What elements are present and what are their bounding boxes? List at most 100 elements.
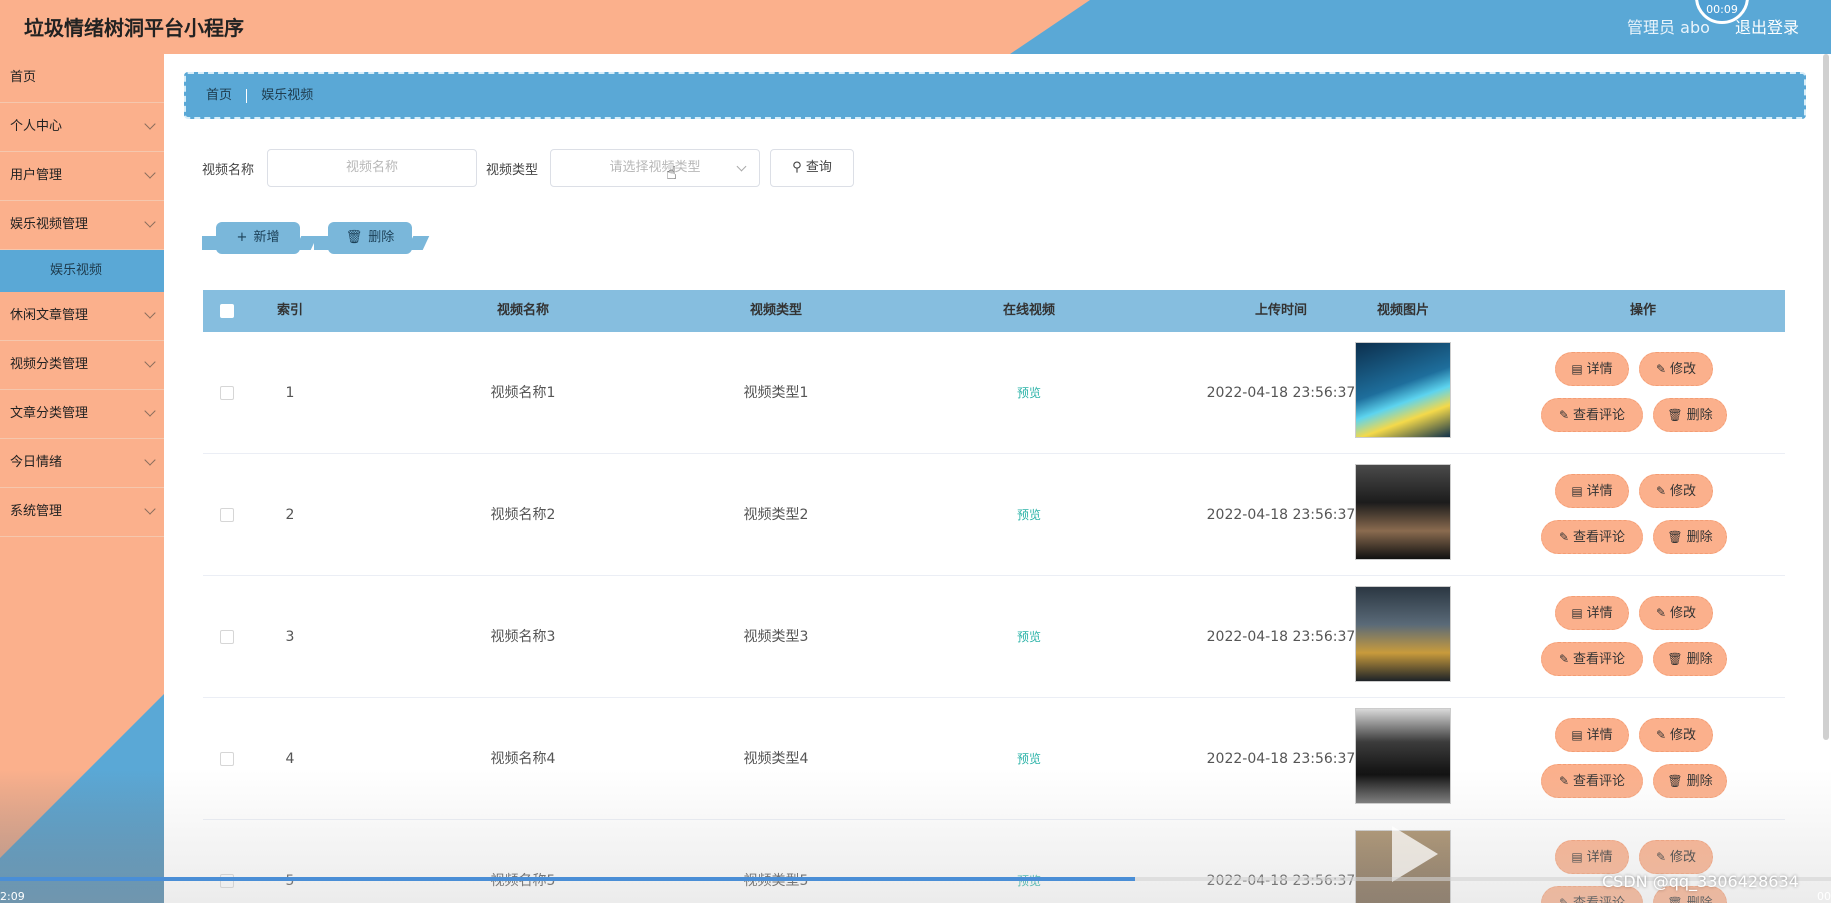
header-video-type: 视频类型 [749,303,802,318]
cell-index: 3 [285,629,295,645]
batch-delete-button[interactable]: 🗑 删除 [314,222,412,254]
edit-button[interactable]: ✎ 修改 [1639,596,1713,630]
cell-video-type: 视频类型4 [743,751,809,767]
row-operations: ▤详情✎修改✎查看评论🗑删除 [1541,718,1743,808]
logout-link[interactable]: 退出登录 [1735,18,1799,37]
cell-upload-time: 2022-04-18 23:56:37 [1206,385,1356,401]
row-delete-label: 删除 [1687,896,1713,903]
row-checkbox[interactable] [220,630,234,644]
row-operations: ▤详情 ✎修改 ✎查看评论 🗑删除 [1541,352,1743,442]
sidebar-item-article-category[interactable]: 文章分类管理 [0,390,164,439]
view-comments-button[interactable]: ✎查看评论 [1541,398,1643,432]
preview-link[interactable]: 预览 [979,454,1079,576]
view-comments-label: 查看评论 [1573,774,1626,789]
edit-button[interactable]: ✎ 修改 [1639,352,1713,386]
preview-link[interactable]: 预览 [979,698,1079,820]
video-table: 索引 视频名称 视频类型 在线视频 上传时间 视频图片 操作 1 视频名称1 视频类… [203,290,1785,903]
edit-button-label: 修改 [1670,606,1697,621]
preview-link[interactable]: 预览 [979,820,1079,903]
chevron-down-icon [144,356,156,368]
detail-button[interactable]: ▤ 详情 [1555,352,1629,386]
sidebar-item-user-management[interactable]: 用户管理 [0,152,164,201]
chevron-down-icon [144,167,156,179]
sidebar-subitem-entertainment-video[interactable]: 娱乐视频 [0,250,164,292]
cell-upload-time: 2022-04-18 23:56:37 [1206,507,1356,523]
preview-link[interactable]: 预览 [979,576,1079,698]
query-button[interactable]: ⚲ 查询 [770,149,854,187]
video-poster-image[interactable] [1355,586,1451,682]
row-delete-label: 删除 [1686,774,1713,789]
header-video-name: 视频名称 [496,303,549,318]
sidebar-item-label: 首页 [10,70,37,85]
select-all-checkbox[interactable] [220,304,234,318]
row-delete-button[interactable]: 🗑删除 [1653,764,1727,798]
breadcrumb-home[interactable]: 首页 [206,88,232,103]
video-progress-bar[interactable] [0,877,1831,881]
video-type-placeholder: 请选择视频类型 [609,160,701,175]
video-name-input[interactable]: 视频名称 [267,149,477,187]
play-icon[interactable] [1392,826,1438,882]
detail-button-label: 详情 [1586,850,1613,865]
detail-button[interactable]: ▤ 详情 [1555,596,1629,630]
sidebar-item-system-management[interactable]: 系统管理 [0,488,164,537]
video-poster-image[interactable] [1355,464,1451,560]
delete-button-label: 删除 [368,230,395,245]
chevron-down-icon [144,307,156,319]
trash-icon: 🗑 [1667,652,1683,666]
detail-button[interactable]: ▤ 详情 [1555,718,1629,752]
pencil-icon: ✎ [1558,652,1570,666]
hand-cursor-icon: ☝ [666,163,677,184]
video-poster-image[interactable] [1355,342,1451,438]
view-comments-button[interactable]: ✎查看评论 [1541,764,1643,798]
sidebar-item-label: 文章分类管理 [10,406,89,421]
add-button-label: 新增 [253,230,280,245]
pencil-icon: ✎ [1655,484,1667,498]
view-comments-button[interactable]: ✎查看评论 [1541,520,1643,554]
row-delete-label: 删除 [1686,530,1713,545]
cell-video-type: 视频类型1 [743,385,809,401]
sidebar-item-video-management[interactable]: 娱乐视频管理 [0,201,164,250]
trash-icon: 🗑 [1667,408,1683,422]
video-type-select[interactable]: 请选择视频类型 [550,149,760,187]
sidebar-item-label: 用户管理 [10,168,63,183]
trash-icon: 🗑 [345,230,363,245]
row-checkbox[interactable] [220,752,234,766]
sidebar-item-today-mood[interactable]: 今日情绪 [0,439,164,488]
breadcrumb-current: 娱乐视频 [261,88,314,103]
edit-button[interactable]: ✎ 修改 [1639,718,1713,752]
sidebar-item-article-management[interactable]: 休闲文章管理 [0,292,164,341]
cell-upload-time: 2022-04-18 23:56:37 [1206,873,1356,889]
video-time-total: 00 [1817,890,1831,903]
row-delete-button[interactable]: 🗑删除 [1653,520,1727,554]
row-checkbox[interactable] [220,386,234,400]
header-operations: 操作 [1629,303,1656,318]
cell-index: 1 [285,385,295,401]
trash-icon: 🗑 [1667,530,1683,544]
edit-button-label: 修改 [1670,362,1697,377]
video-poster-image[interactable] [1355,708,1451,804]
pencil-icon: ✎ [1655,728,1667,742]
pencil-icon: ✎ [1558,774,1570,788]
view-comments-button[interactable]: ✎查看评论 [1541,642,1643,676]
add-button[interactable]: + 新增 [202,222,300,254]
row-delete-button[interactable]: 🗑删除 [1653,642,1727,676]
row-checkbox[interactable] [220,508,234,522]
app-title: 垃圾情绪树洞平台小程序 [24,16,244,40]
header-user-area: 管理员 abo 退出登录 [1607,14,1799,38]
sidebar-item-video-category[interactable]: 视频分类管理 [0,341,164,390]
sidebar-item-home[interactable]: 首页 [0,54,164,103]
sidebar-item-personal-center[interactable]: 个人中心 [0,103,164,152]
video-time-elapsed: 2:09 [0,890,25,903]
page-scrollbar[interactable] [1823,54,1829,740]
edit-button[interactable]: ✎ 修改 [1639,474,1713,508]
detail-button[interactable]: ▤ 详情 [1555,840,1629,874]
admin-label: 管理员 abo [1627,18,1710,37]
edit-button-label: 修改 [1670,484,1697,499]
row-delete-button[interactable]: 🗑删除 [1653,398,1727,432]
preview-link[interactable]: 预览 [979,332,1079,454]
edit-button[interactable]: ✎ 修改 [1639,840,1713,874]
header-video-image: 视频图片 [1376,303,1429,318]
detail-button-label: 详情 [1586,606,1613,621]
table-row: 4 视频名称4 视频类型4 预览 2022-04-18 23:56:37 ▤ 详情 ✎ 修改 ✎ 查… [203,698,1785,820]
detail-button[interactable]: ▤ 详情 [1555,474,1629,508]
